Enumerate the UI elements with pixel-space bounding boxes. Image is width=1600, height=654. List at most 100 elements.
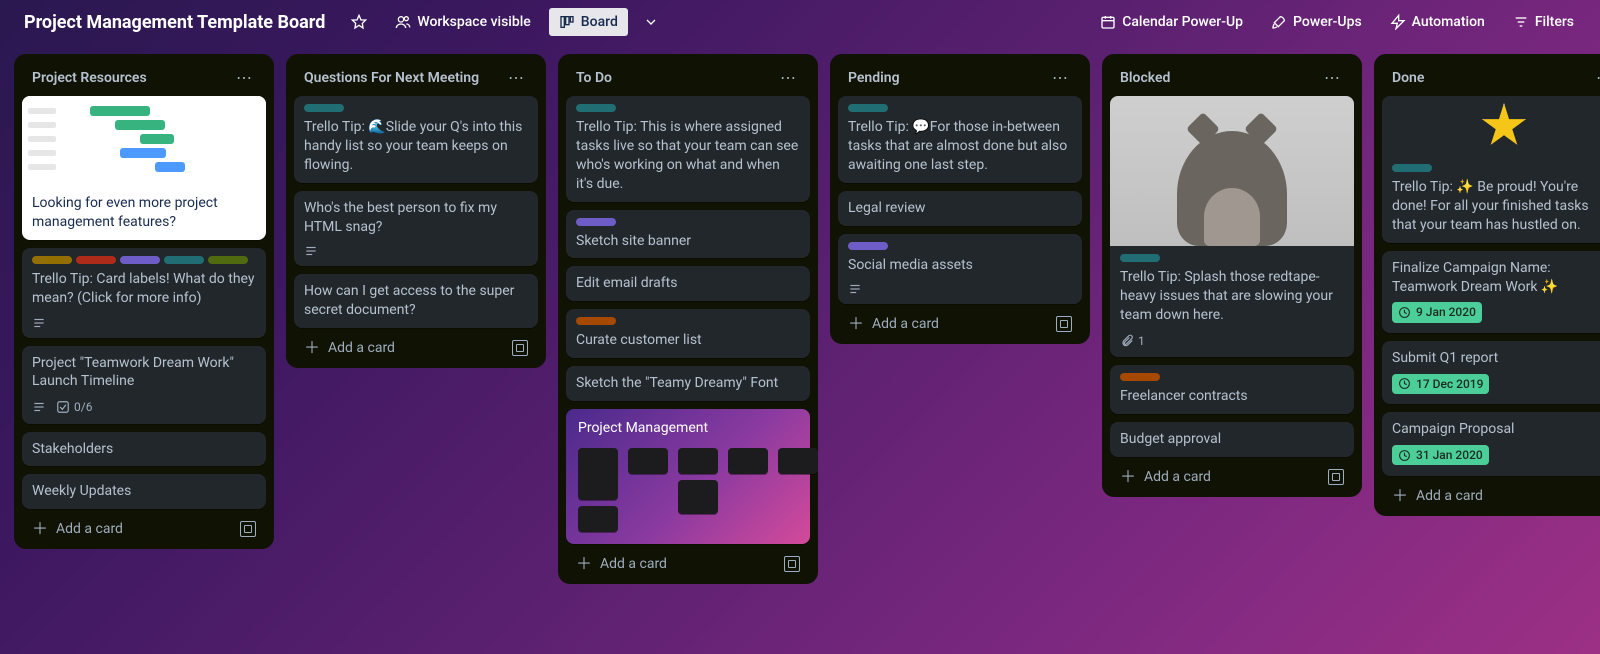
- list-menu-button[interactable]: ⋯: [1320, 68, 1344, 88]
- list-title[interactable]: Blocked: [1120, 70, 1170, 86]
- add-card-button[interactable]: ＋ Add a card: [838, 308, 1082, 336]
- label-yellow[interactable]: [32, 256, 72, 264]
- card[interactable]: Trello Tip: This is where assigned tasks…: [566, 96, 810, 202]
- card-template-icon[interactable]: [1056, 316, 1072, 332]
- card[interactable]: Trello Tip: Splash those redtape-heavy i…: [1110, 96, 1354, 357]
- card-title: Weekly Updates: [32, 482, 256, 501]
- card[interactable]: Project Management: [566, 409, 810, 544]
- view-switch-chevron[interactable]: [636, 7, 666, 37]
- list-menu-button[interactable]: ⋯: [232, 68, 256, 88]
- label-teal[interactable]: [576, 104, 616, 112]
- list[interactable]: Pending ⋯ Trello Tip: 💬For those in-betw…: [830, 54, 1090, 344]
- list[interactable]: Blocked ⋯ Trello Tip: Splash those redta…: [1102, 54, 1362, 497]
- label-green[interactable]: [208, 256, 248, 264]
- card[interactable]: Looking for even more project management…: [22, 96, 266, 240]
- workspace-visibility-label: Workspace visible: [417, 14, 530, 30]
- checklist-badge: 0/6: [56, 399, 92, 415]
- card-list: Trello Tip: ✨ Be proud! You're done! For…: [1382, 96, 1600, 476]
- card[interactable]: Submit Q1 report 17 Dec 2019: [1382, 341, 1600, 404]
- card-title: Who's the best person to fix my HTML sna…: [304, 199, 528, 237]
- add-card-button[interactable]: ＋ Add a card: [294, 332, 538, 360]
- calendar-powerup-button[interactable]: Calendar Power-Up: [1090, 8, 1253, 36]
- plus-icon: ＋: [304, 340, 320, 356]
- card-labels: [32, 256, 256, 264]
- card-title: Trello Tip: Card labels! What do they me…: [32, 270, 256, 308]
- card[interactable]: Sketch site banner: [566, 210, 810, 259]
- card[interactable]: Weekly Updates: [22, 474, 266, 509]
- card-template-icon[interactable]: [512, 340, 528, 356]
- board-view-button[interactable]: Board: [549, 8, 628, 36]
- label-orange[interactable]: [1120, 373, 1160, 381]
- add-card-label: Add a card: [328, 340, 395, 356]
- card-labels: [1120, 254, 1344, 262]
- calendar-powerup-label: Calendar Power-Up: [1122, 14, 1243, 30]
- star-icon: [1481, 103, 1527, 149]
- card[interactable]: Campaign Proposal 31 Jan 2020: [1382, 412, 1600, 475]
- card[interactable]: Budget approval: [1110, 422, 1354, 457]
- card[interactable]: Trello Tip: 🌊Slide your Q's into this ha…: [294, 96, 538, 183]
- label-teal[interactable]: [164, 256, 204, 264]
- label-purple[interactable]: [120, 256, 160, 264]
- due-date-badge[interactable]: 9 Jan 2020: [1392, 302, 1482, 322]
- card[interactable]: Project "Teamwork Dream Work" Launch Tim…: [22, 346, 266, 424]
- list-title[interactable]: Questions For Next Meeting: [304, 70, 479, 86]
- list-menu-button[interactable]: ⋯: [504, 68, 528, 88]
- add-card-button[interactable]: ＋ Add a card: [1382, 480, 1600, 508]
- plus-icon: ＋: [32, 521, 48, 537]
- description-icon: [304, 244, 318, 258]
- card[interactable]: Social media assets: [838, 234, 1082, 305]
- due-date-badge[interactable]: 31 Jan 2020: [1392, 445, 1489, 465]
- board-title[interactable]: Project Management Template Board: [16, 8, 333, 37]
- label-teal[interactable]: [1120, 254, 1160, 262]
- automation-button[interactable]: Automation: [1380, 8, 1495, 36]
- card[interactable]: How can I get access to the super secret…: [294, 274, 538, 328]
- card[interactable]: Finalize Campaign Name: Teamwork Dream W…: [1382, 251, 1600, 333]
- list[interactable]: Project Resources ⋯ Looking for even mor…: [14, 54, 274, 549]
- list-title[interactable]: To Do: [576, 70, 612, 86]
- card-template-icon[interactable]: [1328, 469, 1344, 485]
- list-title[interactable]: Project Resources: [32, 70, 147, 86]
- card[interactable]: Curate customer list: [566, 309, 810, 358]
- list[interactable]: Done ⋯ Trello Tip: ✨ Be proud! You're do…: [1374, 54, 1600, 516]
- label-purple[interactable]: [848, 242, 888, 250]
- label-orange[interactable]: [576, 317, 616, 325]
- list[interactable]: Questions For Next Meeting ⋯ Trello Tip:…: [286, 54, 546, 368]
- card-template-icon[interactable]: [784, 556, 800, 572]
- card[interactable]: Sketch the "Teamy Dreamy" Font: [566, 366, 810, 401]
- list[interactable]: To Do ⋯ Trello Tip: This is where assign…: [558, 54, 818, 584]
- card-title: Project "Teamwork Dream Work" Launch Tim…: [32, 354, 256, 392]
- plus-icon: ＋: [848, 316, 864, 332]
- list-menu-button[interactable]: ⋯: [1592, 68, 1600, 88]
- add-card-button[interactable]: ＋ Add a card: [22, 513, 266, 541]
- card[interactable]: Trello Tip: 💬For those in-between tasks …: [838, 96, 1082, 183]
- board-header: Project Management Template Board Worksp…: [0, 0, 1600, 44]
- card[interactable]: Who's the best person to fix my HTML sna…: [294, 191, 538, 267]
- star-board-button[interactable]: [341, 8, 377, 36]
- card[interactable]: Edit email drafts: [566, 266, 810, 301]
- add-card-button[interactable]: ＋ Add a card: [1110, 461, 1354, 489]
- label-teal[interactable]: [304, 104, 344, 112]
- label-teal[interactable]: [848, 104, 888, 112]
- card[interactable]: Legal review: [838, 191, 1082, 226]
- card-title: Curate customer list: [576, 331, 800, 350]
- label-purple[interactable]: [576, 218, 616, 226]
- list-title[interactable]: Pending: [848, 70, 900, 86]
- card[interactable]: Stakeholders: [22, 432, 266, 467]
- powerups-button[interactable]: Power-Ups: [1261, 8, 1372, 36]
- card[interactable]: Trello Tip: Card labels! What do they me…: [22, 248, 266, 338]
- label-red[interactable]: [76, 256, 116, 264]
- list-menu-button[interactable]: ⋯: [776, 68, 800, 88]
- filters-button[interactable]: Filters: [1503, 8, 1584, 36]
- card[interactable]: Freelancer contracts: [1110, 365, 1354, 414]
- due-date-badge[interactable]: 17 Dec 2019: [1392, 374, 1489, 394]
- card[interactable]: Trello Tip: ✨ Be proud! You're done! For…: [1382, 96, 1600, 243]
- card-title: Stakeholders: [32, 440, 256, 459]
- workspace-visibility-button[interactable]: Workspace visible: [385, 8, 540, 36]
- cover-image: [1382, 96, 1600, 156]
- add-card-button[interactable]: ＋ Add a card: [566, 548, 810, 576]
- list-menu-button[interactable]: ⋯: [1048, 68, 1072, 88]
- card-template-icon[interactable]: [240, 521, 256, 537]
- label-teal[interactable]: [1392, 164, 1432, 172]
- list-title[interactable]: Done: [1392, 70, 1424, 86]
- board-canvas[interactable]: Project Resources ⋯ Looking for even mor…: [0, 44, 1600, 654]
